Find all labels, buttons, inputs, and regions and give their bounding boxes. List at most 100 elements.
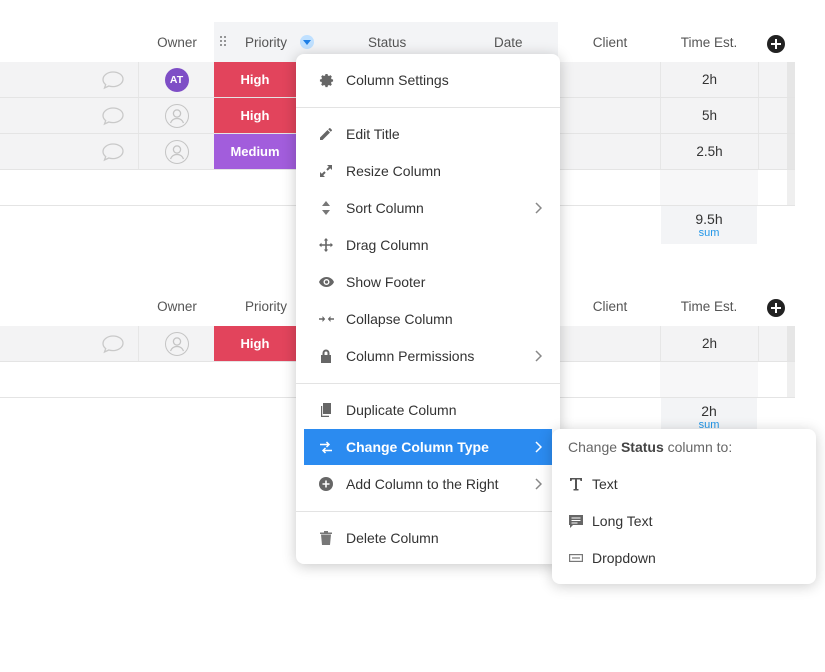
owner-cell[interactable] — [138, 134, 214, 169]
collapse-icon — [318, 311, 334, 327]
chevron-right-icon — [535, 441, 542, 453]
add-column-button[interactable] — [767, 35, 785, 53]
time-est-cell[interactable]: 2h — [660, 326, 758, 361]
empty-avatar-icon[interactable] — [164, 103, 189, 128]
owner-cell[interactable] — [138, 98, 214, 133]
time-est-cell[interactable]: 2h — [660, 62, 758, 97]
column-menu-arrow-icon[interactable] — [300, 35, 314, 49]
swap-icon — [318, 439, 334, 455]
empty-avatar-icon[interactable] — [164, 139, 189, 164]
empty-cell — [758, 326, 788, 361]
sum-value: 9.5h — [695, 211, 723, 227]
menu-item-add-column-right[interactable]: Add Column to the Right — [304, 466, 552, 502]
chevron-right-icon — [535, 478, 542, 490]
row-end-strip — [787, 362, 795, 397]
column-context-menu: Column Settings Edit Title Resize Column… — [296, 54, 560, 564]
time-est-cell[interactable]: 5h — [660, 98, 758, 133]
header-client: Client — [592, 298, 628, 314]
header-time-est: Time Est. — [680, 298, 738, 314]
comment-icon[interactable] — [88, 62, 138, 97]
menu-item-label: Sort Column — [346, 200, 424, 216]
menu-item-column-permissions[interactable]: Column Permissions — [304, 338, 552, 374]
sort-icon — [318, 200, 334, 216]
menu-divider — [296, 511, 560, 512]
comment-icon[interactable] — [88, 134, 138, 169]
menu-item-label: Show Footer — [346, 274, 426, 290]
header-status-label: Status — [368, 34, 407, 50]
priority-cell[interactable]: High — [214, 326, 296, 361]
menu-item-delete-column[interactable]: Delete Column — [304, 520, 552, 556]
header-priority-label: Priority — [244, 34, 287, 50]
menu-item-resize-column[interactable]: Resize Column — [304, 153, 552, 189]
owner-cell[interactable]: AT — [138, 62, 214, 97]
row-end-strip — [787, 326, 795, 361]
header-date-label: Date — [494, 34, 523, 50]
menu-item-label: Duplicate Column — [346, 402, 457, 418]
empty-cell — [660, 170, 758, 205]
menu-item-edit-title[interactable]: Edit Title — [304, 116, 552, 152]
submenu-title: Change Status column to: — [568, 439, 732, 455]
pencil-icon — [318, 126, 334, 142]
submenu-title-column-name: Status — [620, 439, 664, 455]
menu-item-duplicate-column[interactable]: Duplicate Column — [304, 392, 552, 428]
header-time-est: Time Est. — [680, 34, 738, 50]
time-est-cell[interactable]: 2.5h — [660, 134, 758, 169]
menu-item-label: Column Settings — [346, 72, 449, 88]
row-end-strip — [787, 62, 795, 97]
priority-cell[interactable]: High — [214, 62, 296, 97]
empty-cell — [758, 62, 788, 97]
submenu-item-label: Dropdown — [592, 550, 656, 566]
row-end-strip — [787, 170, 795, 205]
menu-item-sort-column[interactable]: Sort Column — [304, 190, 552, 226]
priority-cell[interactable]: Medium — [214, 134, 296, 169]
text-type-icon — [568, 476, 584, 492]
menu-item-label: Resize Column — [346, 163, 441, 179]
submenu-title-prefix: Change — [568, 439, 618, 455]
change-type-submenu: Change Status column to: Text Long Text … — [552, 429, 816, 584]
row-end-strip — [787, 134, 795, 169]
empty-cell — [758, 98, 788, 133]
menu-item-label: Drag Column — [346, 237, 429, 253]
owner-cell[interactable] — [138, 326, 214, 361]
menu-item-column-settings[interactable]: Column Settings — [304, 62, 552, 98]
add-column-button[interactable] — [767, 299, 785, 317]
menu-item-drag-column[interactable]: Drag Column — [304, 227, 552, 263]
menu-item-label: Column Permissions — [346, 348, 475, 364]
menu-item-label: Collapse Column — [346, 311, 453, 327]
footer-sum: 9.5h sum — [661, 206, 757, 244]
sum-label: sum — [698, 227, 720, 239]
empty-cell — [758, 134, 788, 169]
move-icon — [318, 237, 334, 253]
plus-circle-icon — [318, 476, 334, 492]
comment-icon[interactable] — [88, 326, 138, 361]
submenu-item-dropdown[interactable]: Dropdown — [560, 540, 808, 576]
resize-icon — [318, 163, 334, 179]
menu-item-label: Change Column Type — [346, 439, 489, 455]
submenu-title-suffix: column to: — [667, 439, 733, 455]
sum-value: 2h — [701, 403, 717, 419]
avatar[interactable]: AT — [164, 67, 189, 92]
menu-item-collapse-column[interactable]: Collapse Column — [304, 301, 552, 337]
chevron-right-icon — [535, 350, 542, 362]
priority-cell[interactable]: High — [214, 98, 296, 133]
submenu-item-label: Text — [592, 476, 618, 492]
submenu-item-text[interactable]: Text — [560, 466, 808, 502]
menu-item-show-footer[interactable]: Show Footer — [304, 264, 552, 300]
chevron-right-icon — [535, 202, 542, 214]
eye-icon — [318, 274, 334, 290]
duplicate-icon — [318, 402, 334, 418]
menu-item-change-column-type[interactable]: Change Column Type — [304, 429, 552, 465]
submenu-item-long-text[interactable]: Long Text — [560, 503, 808, 539]
menu-divider — [296, 107, 560, 108]
menu-item-label: Edit Title — [346, 126, 400, 142]
long-text-icon — [568, 513, 584, 529]
empty-avatar-icon[interactable] — [164, 331, 189, 356]
comment-icon[interactable] — [88, 98, 138, 133]
drag-handle-icon[interactable] — [220, 36, 228, 48]
empty-cell — [660, 362, 758, 397]
submenu-item-label: Long Text — [592, 513, 653, 529]
footer-sum: 2h sum — [661, 398, 757, 430]
dropdown-icon — [568, 550, 584, 566]
menu-item-label: Delete Column — [346, 530, 439, 546]
trash-icon — [318, 530, 334, 546]
